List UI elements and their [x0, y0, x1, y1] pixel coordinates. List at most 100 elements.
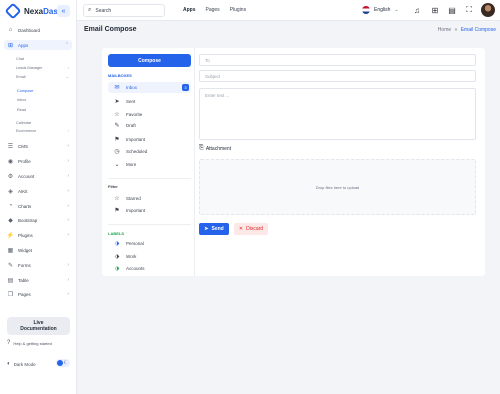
sidebar-item-forms[interactable]: ✎ Forms › — [4, 260, 72, 270]
mailboxes-heading: MAILBOXES — [108, 73, 132, 78]
mail-sidebar: Compose MAILBOXES ✉ Inbox 3 ➤ Sent ☆ Fav… — [102, 48, 195, 276]
sidebar-item-dashboard[interactable]: ⌂ Dashboard — [4, 25, 72, 35]
label-personal[interactable]: ⬗ Personal — [108, 238, 191, 249]
tag-icon: ⬗ — [114, 266, 120, 272]
search-input[interactable]: ⌕ Search — [83, 4, 165, 17]
filter-starred[interactable]: ☆ Starred — [108, 193, 191, 204]
to-field[interactable]: To — [199, 54, 476, 66]
gear-icon: ⚙ — [7, 173, 14, 180]
collapse-sidebar-button[interactable]: « — [57, 5, 70, 17]
send-icon: ➤ — [204, 226, 209, 232]
help-link[interactable]: ? Help & getting started — [7, 340, 52, 346]
sidebar-subitem-read[interactable]: Read — [17, 106, 71, 113]
brand-logo[interactable]: NexaDash — [4, 2, 63, 20]
sidebar-item-pages[interactable]: ❐ Pages › — [4, 289, 72, 299]
filter-important[interactable]: ⚑ Important — [108, 205, 191, 216]
sidebar-item-label: AIKit — [18, 188, 28, 194]
sidebar-item-aikit[interactable]: ◈ AIKit › — [4, 186, 72, 196]
divider — [108, 224, 191, 225]
chat-icon[interactable]: ▤ — [447, 5, 457, 15]
plugin-icon: ⚡ — [6, 232, 15, 239]
send-icon: ➤ — [114, 99, 120, 105]
logo-icon — [4, 2, 22, 20]
top-nav-apps[interactable]: Apps — [183, 7, 196, 13]
tag-icon: ⬗ — [114, 241, 120, 247]
chevron-up-icon: ⌃ — [64, 42, 69, 48]
mailbox-draft[interactable]: ✎ Draft — [108, 120, 191, 131]
mailbox-sent[interactable]: ➤ Sent — [108, 96, 191, 107]
mailbox-scheduled[interactable]: ◷ Scheduled — [108, 146, 191, 157]
sidebar-item-cms[interactable]: ☰ CMS › — [4, 141, 72, 151]
dark-mode-toggle[interactable]: ☾ — [56, 359, 70, 367]
sidebar-item-label: Apps — [18, 42, 29, 48]
mailbox-more[interactable]: ⌄ More — [108, 159, 191, 170]
sidebar-subitem-label: Calendar — [16, 120, 32, 125]
unread-count-badge: 3 — [182, 84, 189, 91]
sidebar-item-table[interactable]: ▤ Table › — [4, 275, 72, 285]
labels-heading: LABELS — [108, 231, 124, 236]
chevron-right-icon: › — [67, 143, 69, 149]
attachment-label-text: Attachment — [205, 145, 232, 152]
sidebar-item-charts[interactable]: ◔ Charts › — [4, 201, 72, 211]
form-icon: ✎ — [7, 262, 14, 269]
compose-button[interactable]: Compose — [108, 54, 191, 67]
subject-field[interactable]: Subject — [199, 70, 476, 82]
chevron-right-icon: › — [67, 217, 69, 223]
help-icon: ? — [7, 340, 11, 346]
mailbox-important[interactable]: ⚑ Important — [108, 134, 191, 145]
sidebar-item-label: Forms — [18, 262, 31, 268]
send-button[interactable]: ➤ Send — [199, 223, 229, 235]
message-body-textarea[interactable]: Enter text ... — [199, 88, 476, 140]
aikit-icon: ◈ — [8, 188, 13, 195]
mailbox-inbox[interactable]: ✉ Inbox 3 — [108, 82, 191, 93]
top-nav-pages[interactable]: Pages — [206, 7, 220, 13]
live-documentation-button[interactable]: Live Documentation — [7, 317, 70, 335]
label-name: Accounts — [126, 266, 145, 271]
sidebar-subitem-inbox[interactable]: Inbox — [17, 96, 71, 103]
file-dropzone[interactable]: Drop files here to upload — [199, 159, 476, 215]
table-icon: ▤ — [7, 277, 14, 284]
sidebar-subitem-leads-manager[interactable]: Leads Manager › — [16, 64, 70, 71]
sidebar-item-label: Profile — [18, 158, 31, 164]
mailbox-favorite[interactable]: ☆ Favorite — [108, 109, 191, 120]
mailbox-label: Sent — [126, 99, 136, 104]
live-doc-line2: Documentation — [20, 326, 57, 332]
chevron-right-icon: › — [67, 203, 69, 209]
sidebar-subitem-calendar[interactable]: Calendar — [16, 119, 70, 126]
discard-button[interactable]: ✕ Discard — [234, 223, 268, 235]
sidebar-item-apps[interactable]: ⊞ Apps ⌃ — [4, 40, 72, 50]
pages-icon: ❐ — [7, 291, 14, 298]
pencil-icon: ✎ — [114, 123, 120, 129]
sidebar-item-bootstrap[interactable]: ◆ Bootstrap › — [4, 215, 72, 225]
topbar: ⌕ Search Apps Pages Plugins English ⌄ ♫ … — [77, 0, 500, 21]
fullscreen-icon[interactable]: ⛶ — [464, 5, 474, 15]
sidebar-subitem-compose[interactable]: Compose — [17, 87, 71, 94]
breadcrumb-home[interactable]: Home — [438, 27, 451, 33]
language-selector[interactable]: English ⌄ — [362, 6, 399, 14]
sidebar-item-account[interactable]: ⚙ Account › — [4, 171, 72, 181]
sidebar-item-plugins[interactable]: ⚡ Plugins › — [4, 230, 72, 240]
close-icon: ✕ — [238, 226, 244, 232]
mailbox-label: Scheduled — [126, 149, 148, 154]
sidebar-item-widget[interactable]: ▦ Widget — [4, 245, 72, 255]
bootstrap-icon: ◆ — [8, 217, 13, 224]
label-name: Work — [126, 254, 137, 259]
bell-icon[interactable]: ♫ — [412, 5, 422, 15]
page-title: Email Compose — [84, 26, 137, 33]
label-work[interactable]: ⬗ Work — [108, 251, 191, 262]
sidebar-subitem-email[interactable]: Email ⌄ — [16, 73, 70, 80]
top-nav-plugins[interactable]: Plugins — [230, 7, 246, 13]
chevron-right-icon: › — [67, 173, 69, 179]
toggle-knob — [57, 360, 63, 366]
avatar[interactable] — [481, 3, 495, 17]
sidebar-subitem-ecommerce[interactable]: Ecommerce › — [16, 127, 70, 134]
star-icon: ☆ — [114, 112, 120, 118]
chevron-down-icon: ⌄ — [65, 74, 69, 79]
sidebar-item-profile[interactable]: ◉ Profile › — [4, 156, 72, 166]
label-accounts[interactable]: ⬗ Accounts — [108, 263, 191, 274]
sidebar-subitem-chat[interactable]: Chat — [16, 55, 70, 62]
tag-icon: ⬗ — [114, 254, 120, 260]
chart-icon: ◔ — [8, 203, 13, 209]
filter-label: Important — [126, 208, 146, 213]
apps-grid-icon[interactable]: ⊞ — [430, 5, 440, 15]
